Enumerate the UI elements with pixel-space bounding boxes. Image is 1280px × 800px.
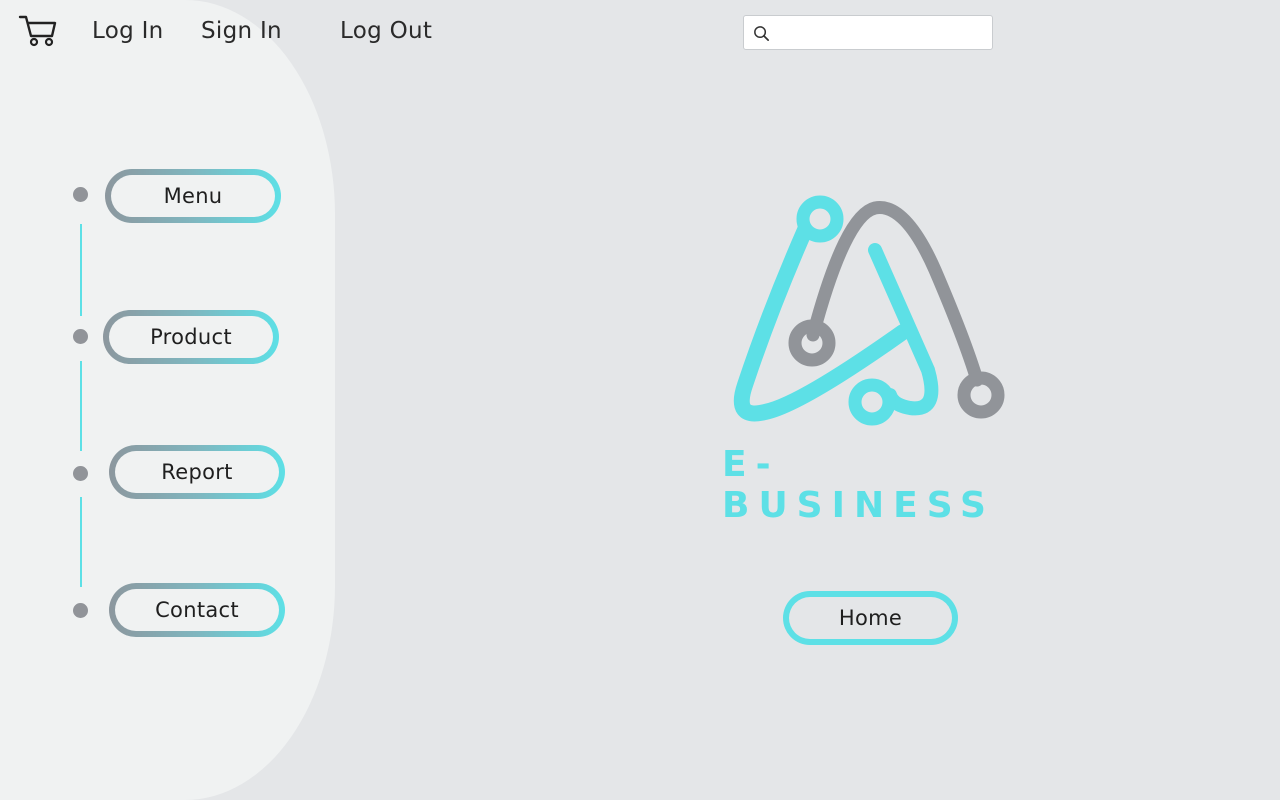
contact-button-label: Contact bbox=[115, 589, 279, 631]
menu-button[interactable]: Menu bbox=[105, 169, 281, 223]
shopping-cart-icon[interactable] bbox=[18, 14, 58, 48]
product-button-label: Product bbox=[109, 316, 273, 358]
report-button-label: Report bbox=[115, 451, 279, 493]
report-button[interactable]: Report bbox=[109, 445, 285, 499]
sidebar-panel bbox=[0, 0, 335, 800]
timeline-dot bbox=[73, 187, 88, 202]
timeline-dot bbox=[73, 329, 88, 344]
search-bar[interactable] bbox=[743, 15, 993, 50]
brand-name: E-BUSINESS bbox=[722, 444, 995, 526]
contact-button[interactable]: Contact bbox=[109, 583, 285, 637]
log-in-link[interactable]: Log In bbox=[92, 14, 164, 48]
product-button[interactable]: Product bbox=[103, 310, 279, 364]
home-button[interactable]: Home bbox=[783, 591, 958, 645]
search-input[interactable] bbox=[776, 20, 986, 46]
menu-button-label: Menu bbox=[111, 175, 275, 217]
brand-logo-icon bbox=[733, 195, 1005, 426]
timeline-connector bbox=[80, 497, 82, 587]
timeline-connector bbox=[80, 224, 82, 316]
search-icon bbox=[754, 26, 770, 42]
page: Log In Sign In Log Out Menu Product Repo… bbox=[0, 0, 1280, 800]
log-out-link[interactable]: Log Out bbox=[340, 14, 432, 48]
timeline-connector bbox=[80, 361, 82, 451]
sign-in-link[interactable]: Sign In bbox=[201, 14, 282, 48]
timeline-dot bbox=[73, 466, 88, 481]
home-button-label: Home bbox=[789, 597, 952, 639]
timeline-dot bbox=[73, 603, 88, 618]
